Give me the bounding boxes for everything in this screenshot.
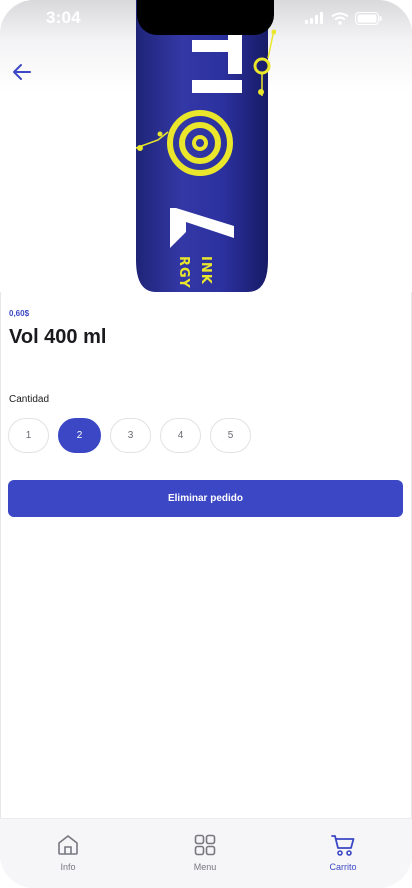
tab-cart-label: Carrito [329,862,357,872]
status-bar: 3:04 [0,0,412,36]
quantity-option-selected[interactable]: 2 [58,418,101,453]
back-button[interactable] [8,58,36,86]
tab-menu[interactable]: Menu [170,833,240,883]
home-icon [58,835,78,855]
quantity-label: Cantidad [9,394,50,405]
svg-text:RGY: RGY [176,256,191,289]
quantity-option[interactable]: 3 [110,418,151,453]
svg-text:INK: INK [198,256,213,285]
status-time: 3:04 [46,8,81,27]
product-price: 0,60$ [9,309,30,318]
tab-info-label: Info [60,862,76,872]
product-title: Vol 400 ml [9,326,107,348]
status-icons [305,10,382,26]
signal-icon [305,12,323,24]
product-image-area: RGY INK [0,0,412,292]
battery-icon [355,11,382,25]
wifi-icon [331,12,349,25]
cart-icon [331,835,355,856]
notch [137,0,274,35]
bottom-tab-bar: Info Menu Carrito [0,818,412,888]
tab-info[interactable]: Info [33,833,103,883]
product-image: RGY INK [135,0,276,292]
quantity-option[interactable]: 5 [210,418,251,453]
remove-order-button[interactable]: Eliminar pedido [8,480,403,517]
grid-icon [194,834,216,856]
quantity-selector: 1 2 3 4 5 [8,418,251,453]
tab-menu-label: Menu [193,862,217,872]
phone-screen: RGY INK 3:04 0,60$ Vol 400 ml Cantidad 1… [0,0,412,888]
quantity-option[interactable]: 4 [160,418,201,453]
tab-cart[interactable]: Carrito [308,833,378,883]
quantity-option[interactable]: 1 [8,418,49,453]
arrow-left-icon [13,64,31,80]
